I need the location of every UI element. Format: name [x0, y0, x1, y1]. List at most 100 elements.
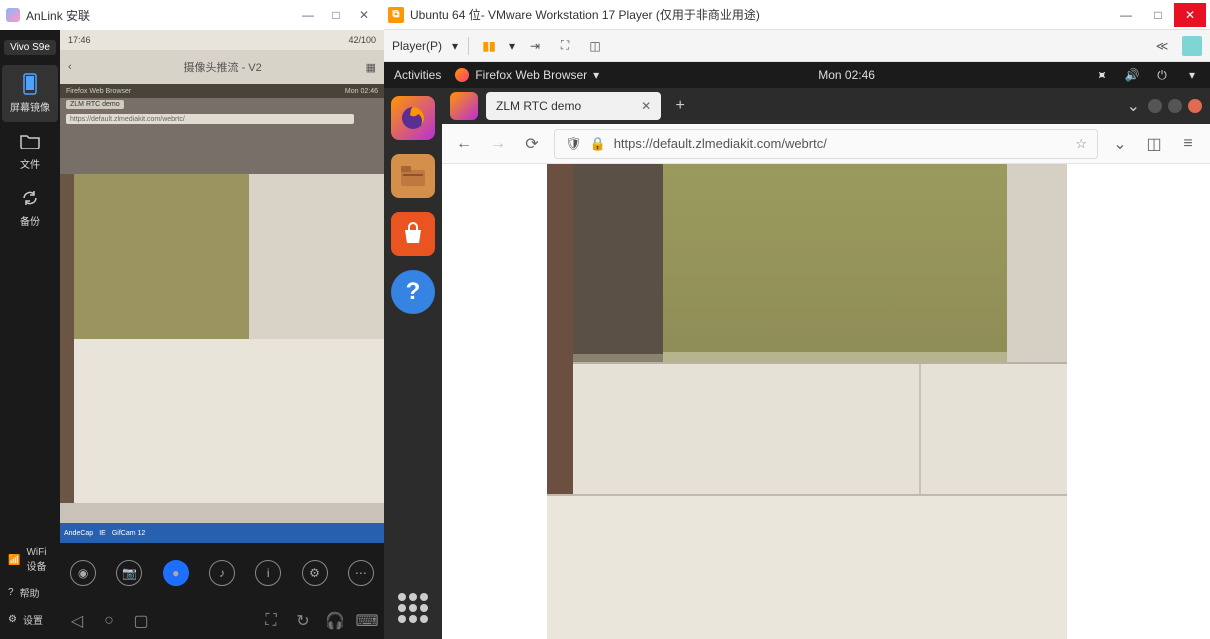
anlink-logo-icon: [6, 8, 20, 22]
anlink-title: AnLink 安联: [26, 7, 90, 24]
sidebar-item-help[interactable]: ? 帮助: [0, 579, 60, 606]
phone-screen[interactable]: 17:46 42/100 ‹ 摄像头推流 - V2 ▦ Firefox Web …: [60, 30, 384, 603]
sidebar-label: WiFi设备: [26, 547, 52, 573]
maximize-button[interactable]: □: [1142, 3, 1174, 27]
mini-url: https://default.zlmediakit.com/webrtc/: [66, 114, 354, 124]
mini-taskbar: AndeCap IE GifCam 12: [60, 523, 384, 543]
dropdown-icon[interactable]: ▾: [509, 39, 515, 53]
keyboard-icon[interactable]: ⌨: [358, 612, 376, 630]
sidebar-label: 设置: [23, 612, 43, 627]
stream-icon[interactable]: ●: [163, 560, 189, 586]
minimize-button[interactable]: —: [294, 5, 322, 25]
folder-icon: [19, 130, 41, 152]
browser-tab[interactable]: ZLM RTC demo ✕: [486, 92, 661, 120]
network-icon[interactable]: ⯍: [1094, 67, 1110, 83]
minimize-button[interactable]: [1148, 99, 1162, 113]
dock-help[interactable]: ?: [391, 270, 435, 314]
mini-tab: ZLM RTC demo: [66, 100, 124, 109]
phone-appbar: ‹ 摄像头推流 - V2 ▦: [60, 50, 384, 84]
close-button[interactable]: ✕: [1174, 3, 1206, 27]
ubuntu-desktop: Activities Firefox Web Browser ▾ Mon 02:…: [384, 62, 1210, 639]
wifi-icon: 📶: [8, 555, 20, 566]
sidebar-item-files[interactable]: 文件: [2, 122, 58, 179]
sidebar-label: 屏幕镜像: [10, 99, 50, 114]
sync-icon: [19, 187, 41, 209]
shield-icon: 🛡: [565, 136, 582, 152]
bookmark-icon[interactable]: ☆: [1075, 136, 1087, 152]
account-icon[interactable]: ◫: [1142, 132, 1166, 156]
volume-icon[interactable]: 🔊: [1124, 67, 1140, 83]
sidebar-label: 文件: [20, 156, 40, 171]
settings-icon[interactable]: ⚙: [302, 560, 328, 586]
power-icon[interactable]: ⏻: [1154, 67, 1170, 83]
audio-icon[interactable]: ♪: [209, 560, 235, 586]
window-controls: [1148, 99, 1202, 113]
unity-icon[interactable]: ◫: [585, 36, 605, 56]
phone-statusbar: 17:46 42/100: [60, 30, 384, 50]
minimize-button[interactable]: —: [1110, 3, 1142, 27]
dropdown-icon: ▾: [593, 68, 599, 82]
phone-clock: 17:46: [68, 35, 91, 45]
device-chip[interactable]: Vivo S9e: [4, 40, 56, 55]
vmware-icon: ⧉: [388, 7, 404, 23]
chevron-down-icon[interactable]: ⌄: [1127, 96, 1140, 116]
sidebar-item-backup[interactable]: 备份: [2, 179, 58, 236]
new-tab-button[interactable]: +: [669, 95, 691, 117]
vmware-toolbar: Player(P) ▾ ▮▮ ▾ ⇥ ⛶ ◫ ≪: [384, 30, 1210, 62]
audio-icon[interactable]: 🎧: [326, 612, 344, 630]
maximize-button[interactable]: [1168, 99, 1182, 113]
page-content: [442, 164, 1210, 639]
webrtc-video[interactable]: [547, 164, 1067, 639]
sidebar-item-settings[interactable]: ⚙ 设置: [0, 606, 60, 633]
sidebar-item-mirror[interactable]: 屏幕镜像: [2, 65, 58, 122]
phone-control-row: ◉ 📷 ● ♪ i ⚙ ⋯: [60, 543, 384, 603]
anlink-toolbar: ◁ ○ ▢ ⛶ ↻ 🎧 ⌨: [60, 603, 384, 639]
fullscreen-icon[interactable]: ⛶: [262, 612, 280, 630]
mini-browser-label: Firefox Web Browser: [66, 88, 131, 95]
dock-firefox[interactable]: [391, 96, 435, 140]
close-button[interactable]: [1188, 99, 1202, 113]
vmware-titlebar[interactable]: ⧉ Ubuntu 64 位- VMware Workstation 17 Pla…: [384, 0, 1210, 30]
help-icon: ?: [8, 587, 14, 598]
dock-software[interactable]: [391, 212, 435, 256]
active-app[interactable]: Firefox Web Browser ▾: [455, 68, 599, 82]
phone-app-title: 摄像头推流 - V2: [80, 59, 366, 75]
maximize-button[interactable]: □: [322, 5, 350, 25]
firefox-window: ZLM RTC demo ✕ + ⌄ ← → ⟳: [442, 88, 1210, 639]
note-icon[interactable]: [1182, 36, 1202, 56]
reload-button[interactable]: ⟳: [520, 132, 544, 156]
fullscreen-icon[interactable]: ⛶: [555, 36, 575, 56]
nav-back-button[interactable]: ←: [452, 132, 476, 156]
tab-close-icon[interactable]: ✕: [641, 99, 651, 113]
menu-button[interactable]: ≡: [1176, 132, 1200, 156]
dropdown-icon[interactable]: ▾: [1184, 67, 1200, 83]
info-icon[interactable]: i: [255, 560, 281, 586]
back-icon[interactable]: ‹: [68, 61, 72, 73]
url-field[interactable]: 🛡 🔒 https://default.zlmediakit.com/webrt…: [554, 129, 1098, 159]
grid-icon[interactable]: ▦: [366, 61, 376, 74]
lock-icon: 🔒: [590, 136, 606, 152]
rotate-icon[interactable]: ↻: [294, 612, 312, 630]
pocket-icon[interactable]: ⌄: [1108, 132, 1132, 156]
gnome-clock[interactable]: Mon 02:46: [818, 68, 875, 82]
send-cad-icon[interactable]: ⇥: [525, 36, 545, 56]
activities-button[interactable]: Activities: [394, 68, 441, 82]
back-button[interactable]: ◁: [68, 612, 86, 630]
sidebar-item-wifi[interactable]: 📶 WiFi设备: [0, 541, 60, 579]
chevrons-icon[interactable]: ≪: [1152, 36, 1172, 56]
camera-icon[interactable]: 📷: [116, 560, 142, 586]
player-menu[interactable]: Player(P): [392, 39, 442, 53]
tab-title: ZLM RTC demo: [496, 99, 581, 113]
nav-forward-button[interactable]: →: [486, 132, 510, 156]
show-apps-icon[interactable]: [398, 593, 428, 623]
home-button[interactable]: ○: [100, 612, 118, 630]
dock-files[interactable]: [391, 154, 435, 198]
pause-button[interactable]: ▮▮: [479, 36, 499, 56]
more-icon[interactable]: ⋯: [348, 560, 374, 586]
record-icon[interactable]: ◉: [70, 560, 96, 586]
firefox-icon: [450, 92, 478, 120]
close-button[interactable]: ✕: [350, 5, 378, 25]
anlink-titlebar[interactable]: AnLink 安联 — □ ✕: [0, 0, 384, 30]
recent-button[interactable]: ▢: [132, 612, 150, 630]
dropdown-icon[interactable]: ▾: [452, 39, 458, 53]
